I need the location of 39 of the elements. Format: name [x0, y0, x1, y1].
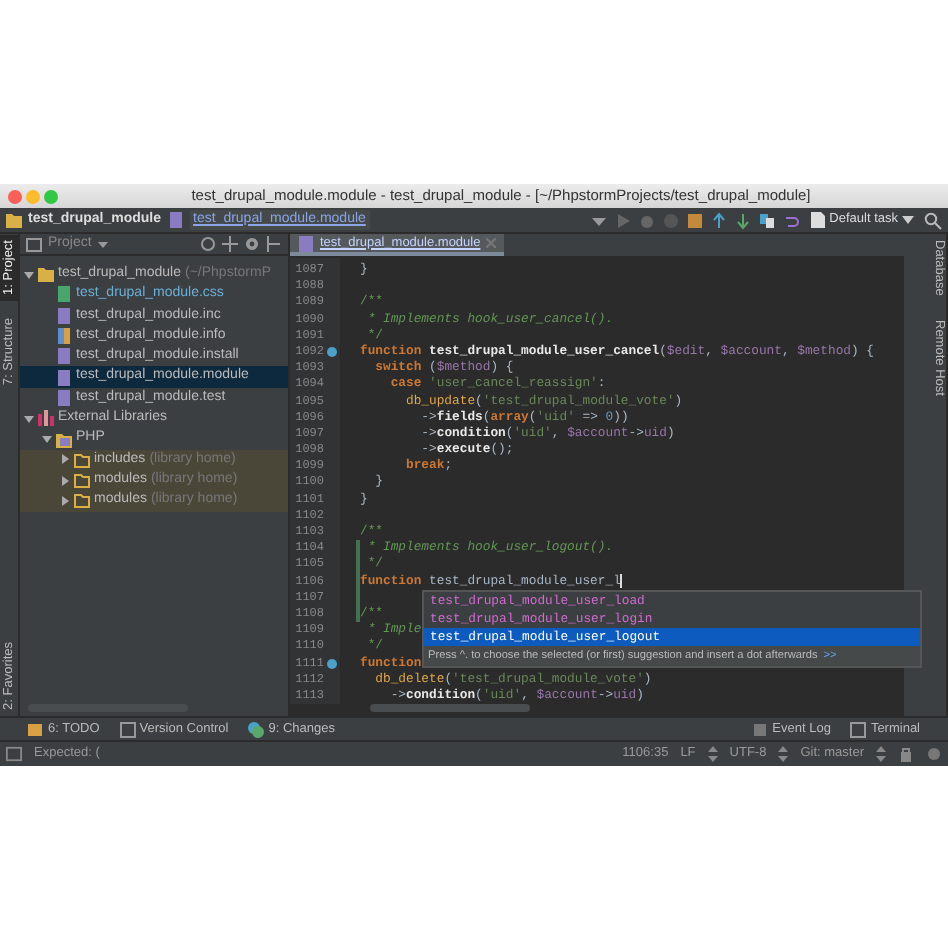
libraries-icon — [38, 410, 54, 427]
css-file-icon — [56, 286, 72, 303]
settings-icon[interactable] — [244, 236, 260, 252]
expand-icon[interactable] — [222, 236, 238, 252]
compare-icon[interactable] — [757, 211, 776, 229]
php-folder-icon — [56, 431, 72, 448]
collapse-arrow-icon[interactable] — [42, 434, 52, 445]
vcs-icon — [119, 721, 136, 737]
php-file-icon — [56, 307, 72, 324]
php-file-icon — [298, 235, 314, 251]
expand-arrow-icon[interactable] — [60, 495, 70, 506]
info-file-icon — [56, 328, 72, 345]
project-icon — [26, 236, 42, 252]
folder-icon — [38, 266, 54, 283]
target-icon[interactable] — [200, 236, 216, 252]
scrollbar-thumb[interactable] — [370, 704, 530, 713]
php-file-icon — [167, 212, 184, 228]
expand-arrow-icon[interactable] — [60, 454, 70, 465]
lock-icon[interactable] — [898, 746, 914, 762]
commit-icon[interactable] — [733, 211, 752, 229]
hide-icon[interactable] — [266, 236, 282, 252]
search-icon[interactable] — [924, 211, 942, 229]
panel-toggle-icon[interactable] — [6, 746, 22, 762]
folder-icon — [6, 212, 22, 228]
updown-arrow-icon[interactable] — [707, 746, 718, 762]
collapse-arrow-icon[interactable] — [24, 413, 34, 424]
caret-icon — [97, 239, 108, 249]
close-button[interactable] — [8, 189, 22, 203]
file-icon — [809, 212, 826, 228]
override-icon[interactable] — [326, 657, 338, 670]
override-icon[interactable] — [326, 346, 338, 359]
update-icon[interactable] — [709, 211, 728, 229]
collapse-arrow-icon[interactable] — [24, 269, 34, 280]
changes-icon — [248, 721, 265, 737]
expand-arrow-icon[interactable] — [60, 475, 70, 486]
updown-arrow-icon[interactable] — [876, 746, 886, 762]
caret-icon — [902, 214, 914, 226]
updown-arrow-icon[interactable] — [778, 746, 789, 762]
terminal-icon — [850, 721, 867, 737]
